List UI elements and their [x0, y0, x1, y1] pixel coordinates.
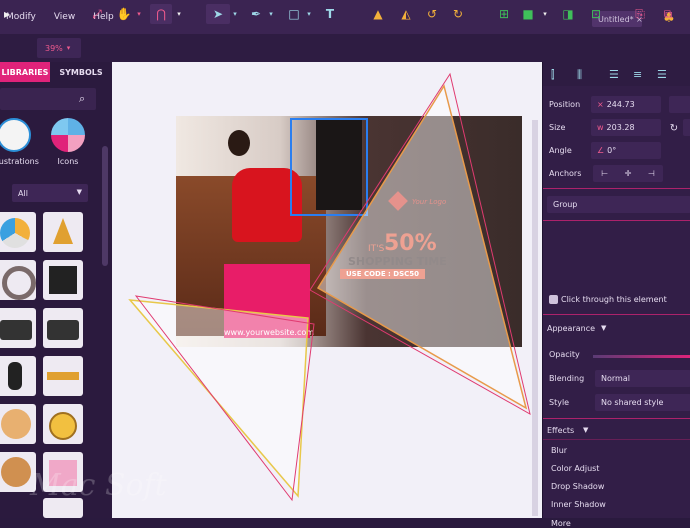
chevron-down-icon[interactable]: ▼	[601, 324, 606, 332]
angle-field[interactable]: ∠ 0°	[591, 142, 661, 159]
divider	[543, 314, 690, 315]
style-value: No shared style	[601, 398, 664, 407]
triangle-small[interactable]	[128, 299, 309, 498]
blending-value: Normal	[601, 374, 630, 383]
size-width-field[interactable]: w 203.28	[591, 119, 661, 136]
align-right-icon[interactable]: ☰	[657, 68, 667, 81]
properties-panel: ⫿ ⫼ ☰ ≡ ☰ Position × 244.73 Size w 203.28 …	[542, 62, 690, 528]
align-center-icon[interactable]: ⫼	[577, 68, 582, 82]
anchors-control[interactable]: ⊢ ✛ ⊣	[593, 165, 663, 182]
opacity-label: Opacity	[549, 350, 580, 359]
position-y-field[interactable]	[669, 96, 690, 113]
divider	[543, 220, 690, 221]
divider	[543, 439, 690, 440]
size-width-value: 203.28	[606, 123, 635, 132]
effect-color-adjust[interactable]: Color Adjust	[551, 464, 599, 473]
effects-header[interactable]: Effects	[547, 426, 574, 435]
align-middle-icon[interactable]: ≡	[633, 68, 642, 81]
size-height-field[interactable]	[683, 119, 690, 136]
divider	[543, 418, 690, 419]
anchor-left-icon[interactable]: ⊢	[601, 169, 608, 178]
blending-label: Blending	[549, 374, 585, 383]
effect-more[interactable]: More	[551, 519, 571, 528]
group-value: Group	[553, 200, 578, 209]
effect-inner-shadow[interactable]: Inner Shadow	[551, 500, 606, 509]
style-label: Style	[549, 398, 570, 407]
style-select[interactable]: No shared style	[595, 394, 690, 411]
align-top-icon[interactable]: ☰	[609, 68, 619, 81]
blending-select[interactable]: Normal	[595, 370, 690, 387]
group-select[interactable]: Group	[547, 196, 690, 213]
angle-value: 0°	[607, 146, 617, 155]
effect-blur[interactable]: Blur	[551, 446, 567, 455]
anchor-right-icon[interactable]: ⊣	[648, 169, 655, 178]
align-left-icon[interactable]: ⫿	[551, 68, 555, 82]
size-label: Size	[549, 123, 566, 132]
angle-label: Angle	[549, 146, 572, 155]
opacity-slider[interactable]	[593, 355, 690, 358]
divider	[543, 188, 690, 189]
position-label: Position	[549, 100, 581, 109]
click-through-label: Click through this element	[561, 295, 667, 304]
appearance-header[interactable]: Appearance	[547, 324, 595, 333]
watermark: Mac Soft	[30, 468, 167, 503]
click-through-checkbox[interactable]	[549, 295, 558, 304]
anchor-center-icon[interactable]: ✛	[625, 169, 632, 178]
effect-drop-shadow[interactable]: Drop Shadow	[551, 482, 604, 491]
anchors-label: Anchors	[549, 169, 582, 178]
position-x-field[interactable]: × 244.73	[591, 96, 661, 113]
position-x-value: 244.73	[606, 100, 635, 109]
chevron-down-icon[interactable]: ▼	[583, 426, 588, 434]
triangle-large[interactable]	[316, 84, 528, 410]
rotate-icon[interactable]: ↻	[667, 118, 681, 138]
